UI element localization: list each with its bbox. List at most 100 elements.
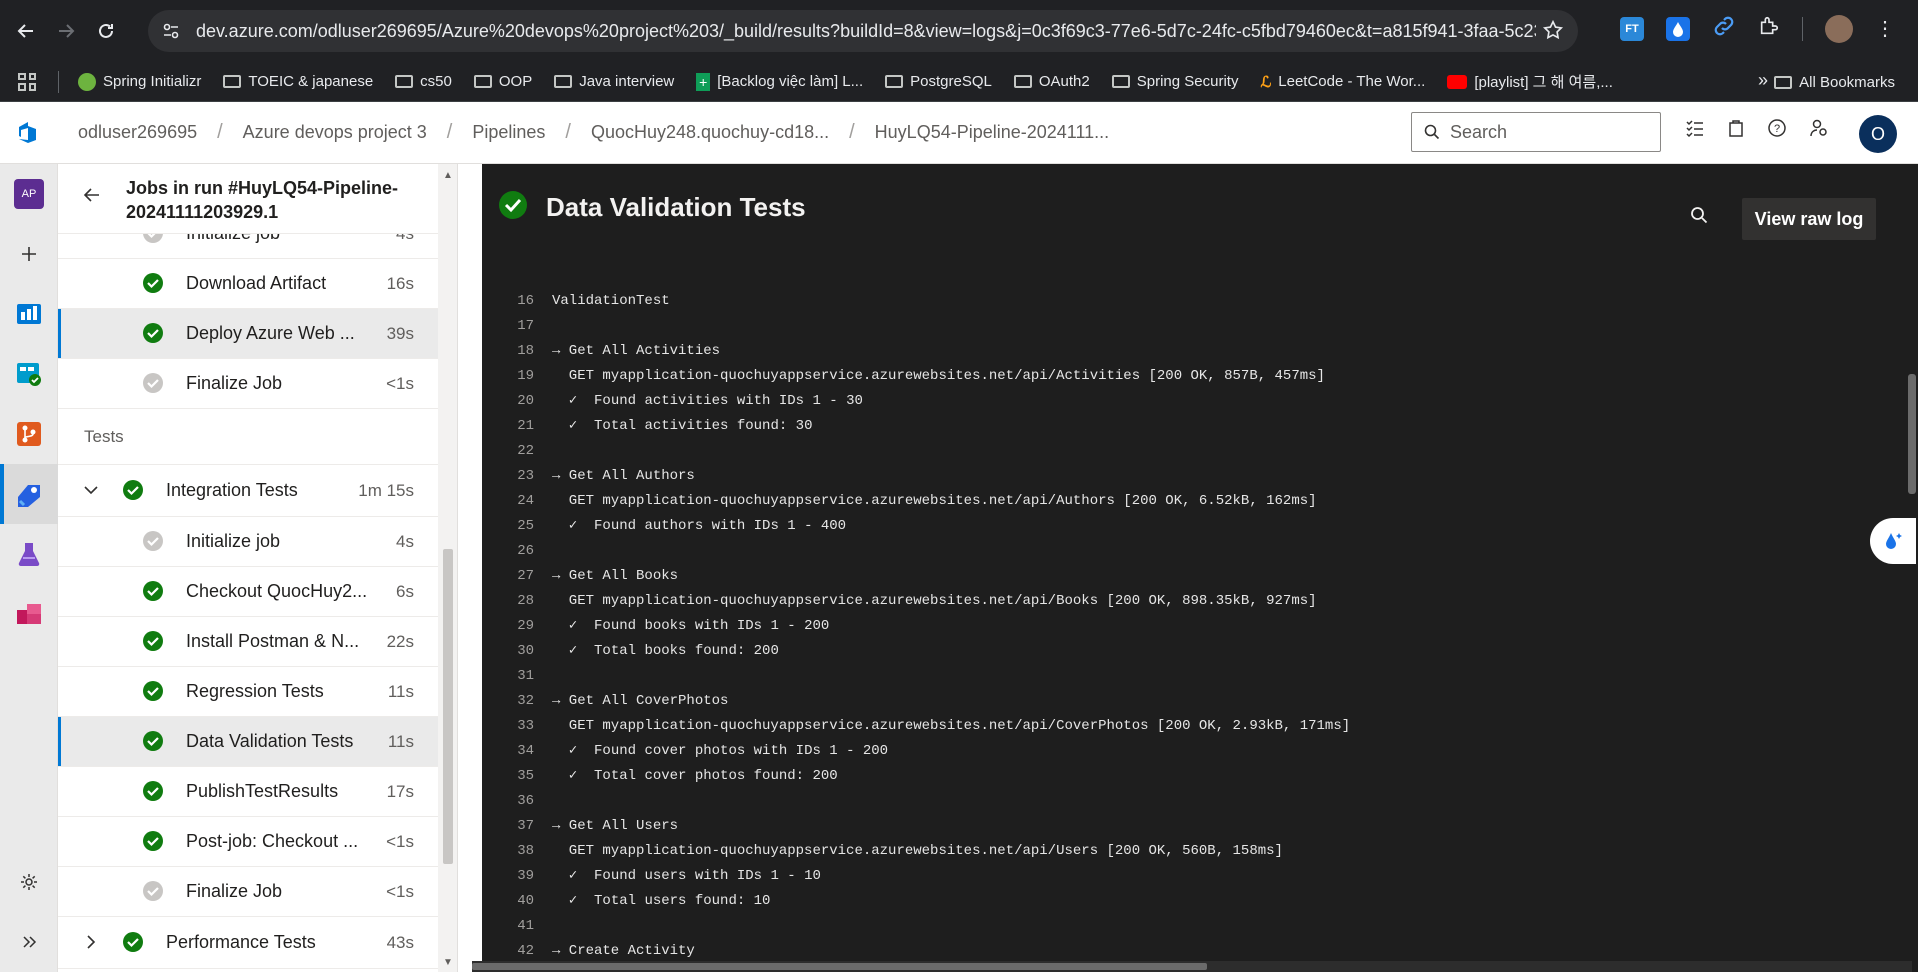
log-horizontal-scrollbar[interactable] — [472, 961, 1912, 972]
extension-drop-sparkle-icon[interactable] — [1870, 518, 1916, 564]
test-plans-icon[interactable] — [0, 524, 58, 584]
log-line: 38 GET myapplication-quochuyappservice.a… — [517, 842, 1283, 859]
more-vert-icon[interactable]: ⋮ — [1875, 16, 1895, 41]
bookmark-folder[interactable]: TOEIC & japanese — [214, 67, 382, 97]
log-line: 20 ✓ Found activities with IDs 1 - 30 — [517, 392, 863, 410]
site-settings-icon[interactable] — [162, 22, 180, 40]
artifacts-icon[interactable] — [0, 584, 58, 644]
user-avatar[interactable]: O — [1859, 115, 1897, 153]
link-icon[interactable] — [1712, 14, 1736, 43]
drop-icon[interactable] — [1666, 16, 1690, 41]
project-settings-gear-icon[interactable] — [0, 852, 58, 912]
bookmark-folder[interactable]: OOP — [465, 67, 541, 97]
success-check-icon — [122, 931, 144, 958]
bookmark-folder[interactable]: OAuth2 — [1005, 67, 1099, 97]
step-post-job-checkout[interactable]: Post-job: Checkout ... <1s — [58, 817, 438, 867]
chevron-down-icon[interactable] — [82, 481, 100, 504]
success-check-icon — [122, 479, 144, 506]
step-deploy-azure-web[interactable]: Deploy Azure Web ... 39s — [58, 309, 438, 359]
boards-icon[interactable] — [0, 344, 58, 404]
bookmark-item[interactable]: Spring Initializr — [69, 67, 210, 97]
all-bookmarks-folder[interactable]: All Bookmarks — [1765, 67, 1904, 97]
project-badge[interactable]: AP — [0, 164, 58, 224]
log-line: 34 ✓ Found cover photos with IDs 1 - 200 — [517, 742, 889, 760]
puzzle-icon[interactable] — [1758, 15, 1780, 42]
marketplace-bag-icon[interactable] — [1727, 118, 1745, 138]
extension-ft-icon[interactable]: FT — [1620, 16, 1644, 41]
folder-icon — [395, 75, 414, 88]
bookmark-item[interactable]: ℒ LeetCode - The Wor... — [1251, 67, 1434, 97]
log-line: 24 GET myapplication-quochuyappservice.a… — [517, 492, 1317, 509]
pipelines-icon[interactable] — [0, 464, 58, 524]
repos-icon[interactable] — [0, 404, 58, 464]
bookmark-star-icon[interactable] — [1542, 19, 1564, 41]
step-publish-test-results[interactable]: PublishTestResults 17s — [58, 767, 438, 817]
breadcrumb-org[interactable]: odluser269695 — [58, 122, 217, 143]
expand-rail-icon[interactable] — [0, 912, 58, 972]
success-check-icon — [142, 730, 164, 757]
bookmark-item[interactable]: [playlist] 그 해 여름,... — [1438, 67, 1622, 97]
scroll-up-icon[interactable]: ▲ — [443, 170, 453, 181]
step-data-validation-tests[interactable]: Data Validation Tests 11s — [58, 717, 438, 767]
left-nav-rail: AP — [0, 164, 58, 972]
help-icon[interactable]: ? — [1767, 118, 1787, 138]
folder-icon — [554, 75, 573, 88]
job-integration-tests[interactable]: Integration Tests 1m 15s — [58, 465, 438, 517]
log-line: 29 ✓ Found books with IDs 1 - 200 — [517, 617, 830, 635]
breadcrumb-project[interactable]: Azure devops project 3 — [223, 122, 447, 143]
jobs-scrollbar[interactable]: ▲ ▼ — [438, 164, 457, 972]
bookmark-folder[interactable]: cs50 — [386, 67, 461, 97]
chevron-right-icon[interactable] — [82, 933, 100, 956]
browser-toolbar: dev.azure.com/odluser269695/Azure%20devo… — [0, 0, 1918, 62]
profile-avatar[interactable] — [1825, 14, 1853, 43]
log-line: 41 — [517, 917, 534, 934]
add-icon[interactable] — [0, 224, 58, 284]
step-regression-tests[interactable]: Regression Tests 11s — [58, 667, 438, 717]
step-finalize-job[interactable]: Finalize Job <1s — [58, 359, 438, 409]
step-initialize-job[interactable]: Initialize job 4s — [58, 517, 438, 567]
url-text: dev.azure.com/odluser269695/Azure%20devo… — [196, 20, 1536, 41]
scroll-down-icon[interactable]: ▼ — [443, 957, 453, 968]
bookmark-folder[interactable]: Java interview — [545, 67, 683, 97]
breadcrumb-pipelines[interactable]: Pipelines — [452, 122, 565, 143]
step-checkout[interactable]: Checkout QuocHuy2... 6s — [58, 567, 438, 617]
forward-button[interactable] — [46, 11, 86, 51]
job-performance-tests[interactable]: Performance Tests 43s — [58, 917, 438, 969]
back-arrow-icon[interactable] — [58, 176, 126, 204]
bookmark-folder[interactable]: Spring Security — [1103, 67, 1248, 97]
log-output: 16 ValidationTest 17 18 → Get All Activiti… — [482, 288, 1350, 963]
user-settings-icon[interactable] — [1809, 118, 1829, 138]
log-vertical-scrollbar[interactable] — [1908, 374, 1916, 494]
log-line: 39 ✓ Found users with IDs 1 - 10 — [517, 867, 821, 885]
search-icon[interactable] — [1690, 206, 1708, 229]
step-finalize-job-2[interactable]: Finalize Job <1s — [58, 867, 438, 917]
search-icon — [1424, 124, 1440, 140]
folder-icon — [1013, 75, 1032, 88]
step-download-artifact[interactable]: Download Artifact 16s — [58, 259, 438, 309]
log-line: 42 → Create Activity — [517, 942, 695, 959]
overview-icon[interactable] — [0, 284, 58, 344]
breadcrumb-pipeline[interactable]: QuocHuy248.quochuy-cd18... — [571, 122, 849, 143]
scrollbar-thumb[interactable] — [472, 963, 1207, 970]
breadcrumb: odluser269695 / Azure devops project 3 /… — [58, 121, 1129, 144]
success-check-icon — [498, 190, 528, 225]
scrollbar-thumb[interactable] — [443, 549, 453, 864]
skipped-status-icon — [142, 880, 164, 907]
log-line: 16 ValidationTest — [517, 292, 670, 309]
breadcrumb-run[interactable]: HuyLQ54-Pipeline-2024111... — [855, 122, 1129, 143]
back-button[interactable] — [6, 11, 46, 51]
step-install-postman[interactable]: Install Postman & N... 22s — [58, 617, 438, 667]
youtube-icon — [1447, 74, 1468, 89]
bookmark-folder[interactable]: PostgreSQL — [876, 67, 1001, 97]
log-line: 32 → Get All CoverPhotos — [517, 692, 729, 709]
log-line: 22 — [517, 442, 534, 459]
search-input[interactable]: Search — [1411, 112, 1661, 152]
task-list-icon[interactable] — [1685, 118, 1705, 138]
bookmark-item[interactable]: + [Backlog việc làm] L... — [687, 67, 872, 97]
azure-devops-logo-icon[interactable] — [0, 102, 58, 164]
view-raw-log-button[interactable]: View raw log — [1742, 198, 1876, 240]
address-bar[interactable]: dev.azure.com/odluser269695/Azure%20devo… — [148, 10, 1578, 52]
reload-button[interactable] — [86, 11, 126, 51]
log-line: 36 — [517, 792, 534, 809]
apps-grid-icon[interactable] — [18, 72, 36, 91]
